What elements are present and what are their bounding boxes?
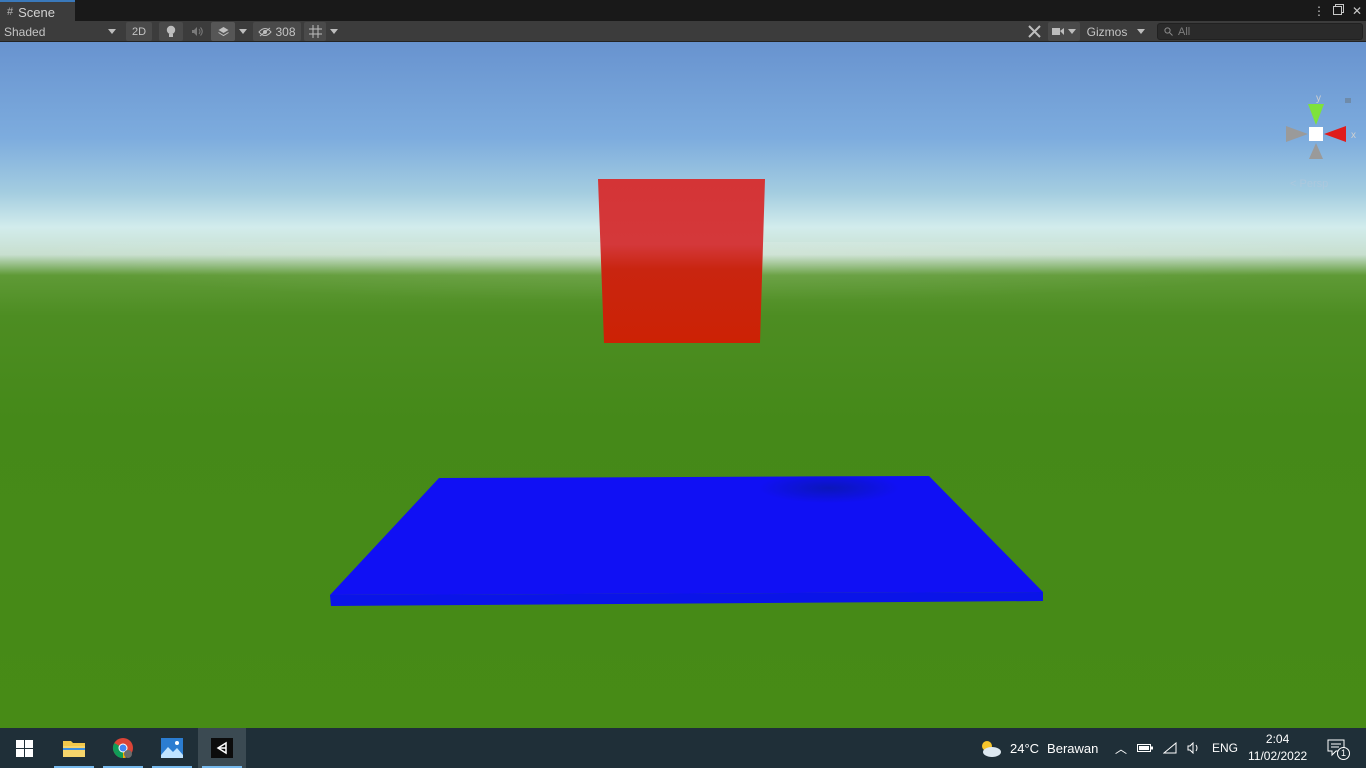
chevron-down-icon: [108, 29, 116, 34]
window-controls: ⋮ ✕: [1313, 0, 1362, 21]
chevron-down-icon: [239, 29, 247, 34]
taskbar: 24°C Berawan ︿ ENG 2:04 11/02/2022 1: [0, 728, 1366, 768]
tab-scene-label: Scene: [18, 4, 55, 20]
red-cube[interactable]: [598, 179, 765, 343]
gizmos-dropdown[interactable]: [1133, 22, 1149, 41]
maximize-icon[interactable]: [1332, 3, 1344, 18]
draw-mode-label: Shaded: [4, 24, 46, 39]
search-placeholder: All: [1178, 25, 1191, 38]
chevron-down-icon: [1068, 29, 1076, 34]
language-indicator[interactable]: ENG: [1212, 728, 1238, 768]
search-icon: [1164, 27, 1173, 36]
gizmo-x-label: x: [1351, 130, 1356, 141]
y-axis-handle[interactable]: [1308, 104, 1324, 125]
weather-widget[interactable]: 24°C Berawan: [978, 728, 1098, 768]
gizmos-button[interactable]: Gizmos: [1083, 22, 1131, 41]
effects-dropdown[interactable]: [236, 22, 250, 41]
scene-toolbar: Shaded 2D 308 Gizmos All: [0, 21, 1366, 42]
speaker-icon: [192, 27, 203, 36]
x-axis-handle[interactable]: [1324, 126, 1346, 142]
blue-plane[interactable]: [329, 476, 1045, 606]
unity-icon: [211, 738, 233, 758]
weather-temp: 24°C: [1010, 740, 1040, 756]
tools-icon: [1027, 25, 1041, 38]
chevron-up-icon[interactable]: ︿: [1115, 740, 1127, 757]
notification-count: 1: [1337, 747, 1350, 760]
grid-icon: [308, 25, 322, 38]
weather-desc: Berawan: [1047, 740, 1099, 756]
file-explorer-button[interactable]: [50, 728, 98, 768]
close-icon[interactable]: ✕: [1352, 4, 1362, 18]
search-input[interactable]: All: [1157, 23, 1363, 40]
cloud-sun-icon: [982, 741, 1001, 757]
tab-scene[interactable]: # Scene: [0, 0, 75, 22]
chevron-down-icon: [1137, 29, 1145, 34]
effects-toggle[interactable]: [211, 22, 235, 41]
clock-time: 2:04: [1265, 732, 1290, 746]
gizmo-y-label: y: [1316, 93, 1321, 104]
projection-text: Persp: [1299, 178, 1329, 190]
grid-dropdown[interactable]: [327, 22, 341, 41]
windows-icon: [15, 739, 33, 757]
photos-icon: [161, 738, 183, 758]
panel-menu-icon[interactable]: ⋮: [1313, 4, 1325, 18]
neg-y-axis-handle[interactable]: [1309, 143, 1323, 159]
battery-icon[interactable]: [1137, 743, 1154, 753]
volume-icon[interactable]: [1187, 742, 1201, 754]
notifications-button[interactable]: 1: [1322, 728, 1352, 768]
neg-x-axis-handle[interactable]: [1286, 126, 1308, 142]
photos-button[interactable]: [148, 728, 196, 768]
folder-icon: [63, 741, 85, 757]
center-cube-handle[interactable]: [1309, 127, 1323, 141]
chevron-down-icon: [330, 29, 338, 34]
unity-button[interactable]: [198, 728, 246, 768]
hidden-count: 308: [275, 24, 296, 39]
draw-mode-dropdown[interactable]: Shaded: [0, 22, 120, 41]
chrome-icon: [112, 738, 133, 759]
camera-settings-button[interactable]: [1048, 22, 1080, 41]
lock-icon[interactable]: [1345, 98, 1351, 103]
system-tray: ︿: [1115, 728, 1201, 768]
camera-icon: [1052, 28, 1064, 35]
clock-date: 11/02/2022: [1248, 749, 1308, 763]
eye-off-icon: [258, 27, 273, 36]
hash-icon: #: [7, 6, 14, 18]
scene-viewport[interactable]: y x < Persp: [0, 42, 1366, 728]
clock[interactable]: 2:04 11/02/2022: [1248, 728, 1307, 768]
projection-label[interactable]: < Persp: [1290, 178, 1328, 190]
chrome-button[interactable]: [99, 728, 147, 768]
mode-2d-button[interactable]: 2D: [126, 22, 152, 41]
tab-strip: # Scene ⋮ ✕: [0, 0, 1366, 22]
hidden-objects-toggle[interactable]: 308: [253, 22, 301, 41]
lighting-toggle[interactable]: [159, 22, 183, 41]
tools-button[interactable]: [1023, 22, 1045, 41]
wifi-icon[interactable]: [1163, 742, 1177, 754]
audio-toggle[interactable]: [185, 22, 209, 41]
start-button[interactable]: [0, 728, 48, 768]
lightbulb-icon: [166, 25, 176, 37]
layers-icon: [217, 26, 229, 36]
grid-toggle[interactable]: [304, 22, 326, 41]
